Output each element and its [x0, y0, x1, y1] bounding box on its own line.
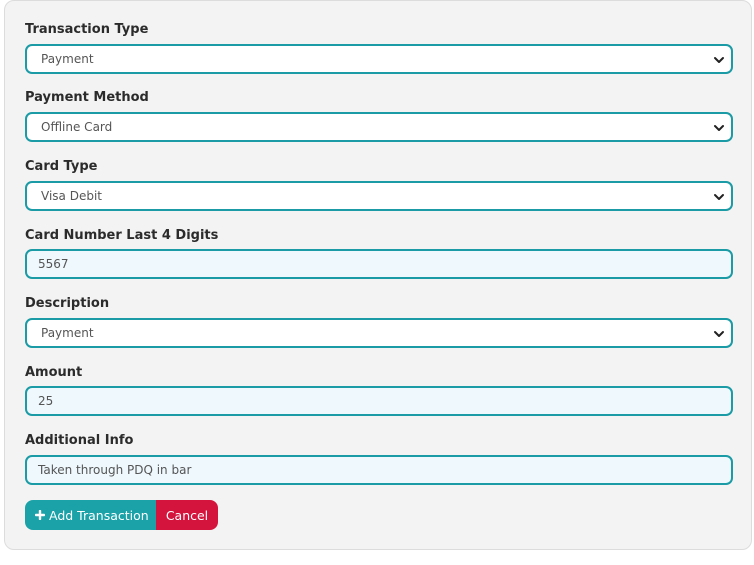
- card-type-select[interactable]: Visa Debit: [25, 181, 733, 211]
- card-last4-value: 5567: [38, 257, 69, 271]
- amount-label: Amount: [25, 365, 83, 380]
- plus-icon: [35, 510, 45, 520]
- chevron-down-icon: [714, 194, 724, 200]
- additional-info-input[interactable]: Taken through PDQ in bar: [25, 455, 733, 485]
- form-actions: Add Transaction Cancel: [25, 500, 218, 530]
- additional-info-value: Taken through PDQ in bar: [38, 463, 192, 477]
- transaction-form-panel: Transaction Type Payment Payment Method …: [4, 0, 752, 550]
- cancel-label: Cancel: [165, 507, 209, 523]
- chevron-down-icon: [714, 331, 724, 337]
- card-type-label: Card Type: [25, 159, 98, 174]
- payment-method-label: Payment Method: [25, 90, 149, 105]
- description-select[interactable]: Payment: [25, 318, 733, 348]
- chevron-down-icon: [714, 57, 724, 63]
- card-type-value: Visa Debit: [41, 189, 102, 203]
- transaction-type-select[interactable]: Payment: [25, 44, 733, 74]
- transaction-type-label: Transaction Type: [25, 22, 149, 37]
- transaction-type-value: Payment: [41, 52, 94, 66]
- card-last4-input[interactable]: 5567: [25, 249, 733, 279]
- payment-method-select[interactable]: Offline Card: [25, 112, 733, 142]
- chevron-down-icon: [714, 125, 724, 131]
- cancel-button[interactable]: Cancel: [156, 500, 218, 530]
- additional-info-label: Additional Info: [25, 433, 134, 448]
- add-transaction-button[interactable]: Add Transaction: [25, 500, 156, 530]
- add-transaction-label: Add Transaction: [49, 507, 149, 523]
- card-last4-label: Card Number Last 4 Digits: [25, 228, 219, 243]
- description-label: Description: [25, 296, 110, 311]
- amount-input[interactable]: 25: [25, 386, 733, 416]
- description-value: Payment: [41, 326, 94, 340]
- payment-method-value: Offline Card: [41, 120, 113, 134]
- amount-value: 25: [38, 394, 54, 408]
